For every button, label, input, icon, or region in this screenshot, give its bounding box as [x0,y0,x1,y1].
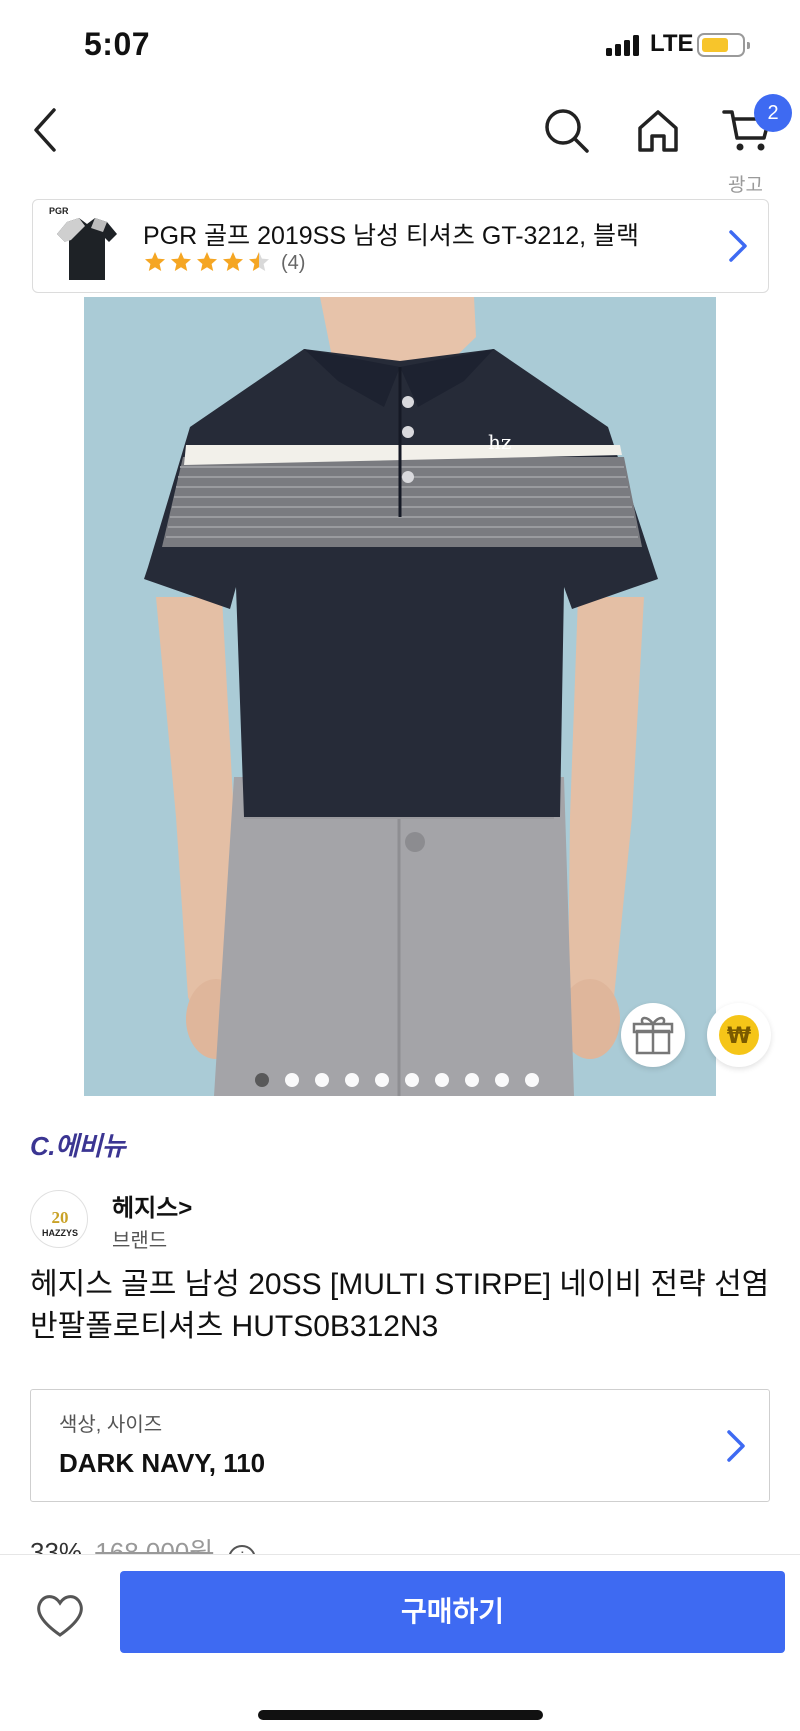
ad-rating-stars [143,250,271,276]
brand-name-link[interactable]: 헤지스> [112,1188,192,1223]
svg-text:₩: ₩ [727,1024,751,1049]
ad-product-thumbnail: PGR [45,204,129,288]
heart-icon[interactable] [30,1585,90,1645]
pagination-dot[interactable] [435,1073,449,1087]
option-label: 색상, 사이즈 [59,1414,163,1436]
battery-icon [697,33,750,57]
seller-logo[interactable]: C.에비뉴 [30,1126,126,1163]
star-icon [145,252,165,271]
pagination-dot[interactable] [375,1073,389,1087]
svg-text:hz: hz [488,430,511,454]
status-bar: 5:07 LTE [0,0,800,90]
chevron-left-icon[interactable] [26,104,66,156]
image-pagination-dots[interactable] [255,1073,539,1091]
pagination-dot[interactable] [525,1073,539,1087]
home-icon[interactable] [636,108,680,154]
status-time: 5:07 [84,26,151,62]
cart-count-badge[interactable]: 2 [754,94,792,132]
ad-title: PGR 골프 2019SS 남성 티셔츠 GT-3212, 블랙 [143,222,640,250]
brand-sub-label: 브랜드 [112,1230,168,1252]
pagination-dot[interactable] [405,1073,419,1087]
ad-review-count: (4) [281,252,306,274]
option-value: DARK NAVY, 110 [59,1448,266,1478]
pagination-dot[interactable] [495,1073,509,1087]
star-icon [223,252,243,271]
ad-banner[interactable]: PGR PGR 골프 2019SS 남성 티셔츠 GT-3212, 블랙 (4) [32,199,769,293]
signal-icon [606,34,644,56]
home-indicator [258,1710,543,1720]
option-selector[interactable]: 색상, 사이즈 DARK NAVY, 110 [30,1389,770,1502]
pagination-dot[interactable] [285,1073,299,1087]
product-title: 헤지스 골프 남성 20SS [MULTI STIRPE] 네이비 전략 선염 … [30,1268,770,1343]
cash-button[interactable]: ₩ [707,1003,771,1067]
gift-button[interactable] [621,1003,685,1067]
won-coin-icon: ₩ [719,1015,759,1055]
product-image[interactable]: hz [84,297,716,1096]
star-icon [249,252,269,271]
chevron-right-icon [721,1426,749,1466]
brand-logo-number: 20 [52,1208,69,1227]
pagination-dot[interactable] [315,1073,329,1087]
pagination-dot[interactable] [255,1073,269,1087]
brand-logo[interactable]: 20 HAZZYS [30,1190,88,1248]
chevron-right-icon [723,226,751,266]
star-icon [171,252,191,271]
network-label: LTE [650,30,694,57]
pagination-dot[interactable] [465,1073,479,1087]
svg-text:PGR: PGR [49,206,69,216]
brand-logo-text: HAZZYS [42,1228,78,1238]
ad-label: 광고 [728,175,763,196]
star-icon [197,252,217,271]
buy-button[interactable]: 구매하기 [120,1571,785,1653]
search-icon[interactable] [544,108,590,154]
gift-icon [632,1016,674,1055]
bottom-action-bar: 구매하기 [0,1554,800,1731]
pagination-dot[interactable] [345,1073,359,1087]
